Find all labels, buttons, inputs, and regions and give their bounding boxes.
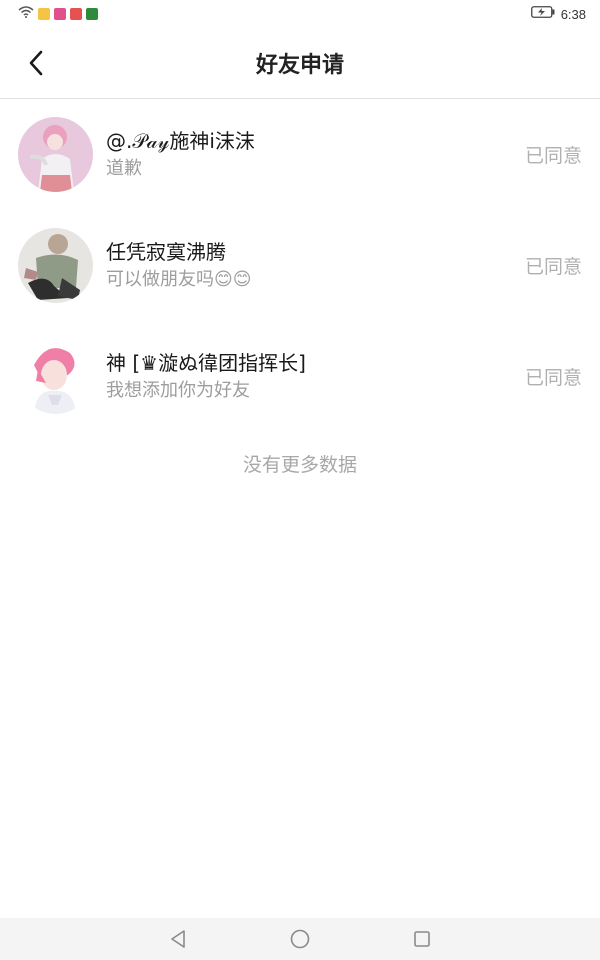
status-time: 6:38 <box>560 6 586 22</box>
request-status: 已同意 <box>524 145 582 167</box>
back-button[interactable] <box>22 46 50 80</box>
square-recents-icon <box>414 931 430 947</box>
page-title: 好友申请 <box>255 53 344 78</box>
app-notification-icon <box>38 8 50 20</box>
request-message: 道歉 <box>106 158 142 179</box>
friend-request-list: @.𝒫𝒶𝓎施神i沫沫 道歉 已同意 任凭寂寞沸腾 可以做朋友吗😊😊 已同意 神 … <box>0 99 600 432</box>
request-message: 我想添加你为好友 <box>106 380 250 401</box>
nav-back-button[interactable] <box>166 927 190 951</box>
circle-home-icon <box>290 929 310 949</box>
triangle-back-icon <box>171 930 185 948</box>
app-notification-icon <box>54 8 66 20</box>
header: 好友申请 <box>0 28 600 99</box>
requester-name: @.𝒫𝒶𝓎施神i沫沫 <box>106 129 255 153</box>
battery-icon <box>530 5 555 23</box>
nav-home-button[interactable] <box>288 927 312 951</box>
friend-request-row[interactable]: @.𝒫𝒶𝓎施神i沫沫 道歉 已同意 <box>0 99 600 210</box>
status-bar: 6:38 <box>0 0 600 28</box>
requester-name: 任凭寂寞沸腾 <box>106 240 226 264</box>
avatar[interactable] <box>18 228 93 303</box>
nav-recents-button[interactable] <box>410 927 434 951</box>
request-status: 已同意 <box>524 367 582 389</box>
system-nav-bar <box>0 918 600 960</box>
avatar[interactable] <box>18 339 93 414</box>
no-more-data-label: 没有更多数据 <box>242 454 357 476</box>
friend-request-row[interactable]: 任凭寂寞沸腾 可以做朋友吗😊😊 已同意 <box>0 210 600 321</box>
chevron-left-icon <box>29 50 43 76</box>
requester-name: 神 [♛漩ぬ徫团指挥长] <box>106 351 306 375</box>
app-notification-icon <box>86 8 98 20</box>
wifi-icon <box>18 5 34 23</box>
avatar[interactable] <box>18 117 93 192</box>
request-message: 可以做朋友吗😊😊 <box>106 269 252 290</box>
status-right: 6:38 <box>530 5 586 23</box>
status-left <box>18 5 98 23</box>
friend-request-row[interactable]: 神 [♛漩ぬ徫团指挥长] 我想添加你为好友 已同意 <box>0 321 600 432</box>
request-texts: @.𝒫𝒶𝓎施神i沫沫 道歉 <box>106 127 255 182</box>
request-texts: 神 [♛漩ぬ徫团指挥长] 我想添加你为好友 <box>106 349 306 404</box>
request-texts: 任凭寂寞沸腾 可以做朋友吗😊😊 <box>106 238 252 293</box>
request-status: 已同意 <box>524 256 582 278</box>
app-notification-icon <box>70 8 82 20</box>
